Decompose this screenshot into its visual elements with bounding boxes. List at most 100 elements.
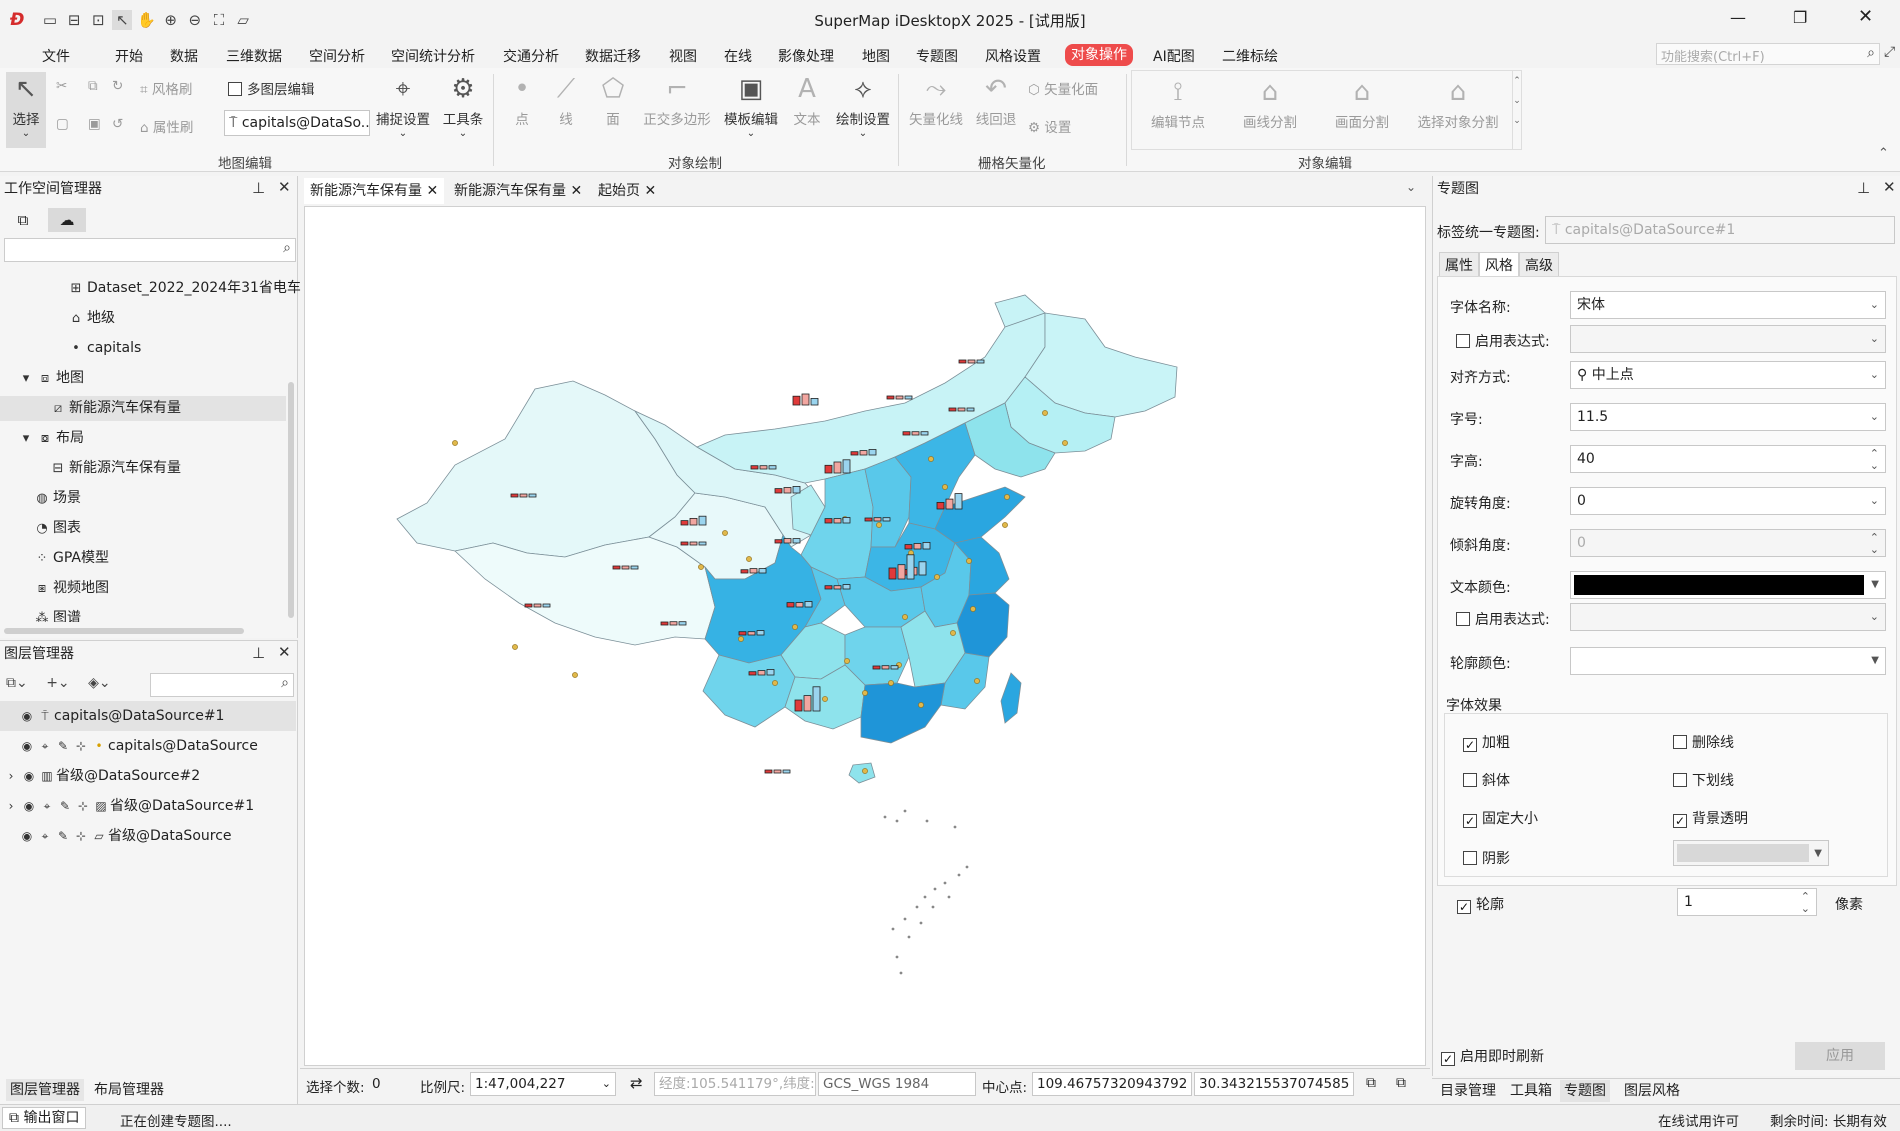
tab-toolbox[interactable]: 工具箱 — [1506, 1080, 1556, 1102]
menu-data[interactable]: 数据 — [170, 46, 198, 66]
capital-point[interactable] — [722, 530, 728, 536]
tree-item-dataset[interactable]: ⊞ Dataset_2022_2024年31省电车 — [68, 276, 301, 301]
align-select[interactable]: ⚲ 中上点 ⌄ — [1570, 361, 1886, 389]
raster-settings-button[interactable]: ⚙ 设置 — [1028, 116, 1071, 136]
mini-bar-chart[interactable] — [764, 769, 791, 774]
eye-icon[interactable]: ◉ — [20, 791, 38, 821]
tree-item-maps[interactable]: ▾ ⧈ 地图 — [18, 366, 84, 391]
layer-stack-icon[interactable]: ◈⌄ — [88, 675, 111, 691]
undo-icon[interactable]: ↺ — [112, 116, 123, 132]
pin-icon[interactable]: ⊥ — [1857, 179, 1870, 197]
menu-traffic[interactable]: 交通分析 — [503, 46, 559, 66]
height-spinner[interactable]: 40 ⌃ ⌄ — [1570, 445, 1886, 473]
tab-thematic[interactable]: 专题图 — [1560, 1080, 1610, 1102]
close-icon[interactable]: ✕ — [426, 183, 438, 199]
underline-checkbox[interactable]: 下划线 — [1673, 770, 1734, 790]
enable-expr-checkbox[interactable] — [1456, 334, 1470, 348]
pin-icon[interactable]: ⊥ — [252, 644, 265, 662]
paste-icon[interactable]: ▢ — [56, 116, 69, 132]
capital-point[interactable] — [934, 574, 940, 580]
shadow-checkbox[interactable]: 阴影 — [1463, 848, 1510, 868]
capital-point[interactable] — [928, 456, 934, 462]
region-xinjiang[interactable] — [396, 380, 696, 558]
eye-icon[interactable]: ◉ — [20, 761, 38, 791]
close-icon[interactable]: ✕ — [1858, 6, 1873, 27]
tree-item-scenes[interactable]: ◍ 场景 — [34, 486, 81, 511]
draw-face-button[interactable]: ⬠ 面 — [600, 72, 626, 128]
multi-layer-checkbox[interactable]: 多图层编辑 — [228, 78, 315, 98]
shadow-check[interactable] — [1463, 851, 1477, 865]
text-color-picker[interactable]: ▼ — [1570, 571, 1886, 599]
enable-expr-1[interactable]: 启用表达式: — [1456, 331, 1550, 351]
capital-point[interactable] — [746, 556, 752, 562]
snap-icon[interactable]: ⊹ — [74, 791, 92, 821]
fixed-size-checkbox[interactable]: ✓ 固定大小 — [1463, 808, 1538, 828]
enable-expr-checkbox[interactable] — [1456, 612, 1470, 626]
snap-icon[interactable]: ⊹ — [72, 821, 90, 851]
copy-icon[interactable]: ⧉ — [88, 78, 98, 94]
swap-icon[interactable]: ⇄ — [630, 1074, 643, 1092]
expand-icon[interactable]: ⤢ — [1884, 44, 1895, 60]
mini-bar-chart[interactable] — [612, 565, 639, 570]
tab-catalog[interactable]: 目录管理 — [1436, 1080, 1500, 1102]
menu-2d-plot[interactable]: 二维标绘 — [1222, 46, 1278, 66]
capital-point[interactable] — [862, 690, 868, 696]
close-icon[interactable]: ✕ — [1883, 178, 1896, 196]
edit-pen-icon[interactable]: ✎ — [54, 821, 72, 851]
tree-item-prefecture[interactable]: ⌂ 地级 — [68, 306, 115, 331]
line-split-button[interactable]: ⌂ 画线分割 — [1238, 75, 1302, 131]
mini-bar-chart[interactable] — [680, 541, 707, 546]
capital-point[interactable] — [950, 630, 956, 636]
layer-row-province-2[interactable]: › ◉ ▥ 省级@DataSource#2 — [0, 761, 296, 791]
draw-text-button[interactable]: A 文本 — [790, 72, 824, 128]
capital-point[interactable] — [792, 624, 798, 630]
cloud-workspace-tab[interactable]: ☁ — [48, 208, 86, 232]
draw-line-button[interactable]: ⟋ 线 — [554, 72, 578, 128]
doc-tab-start[interactable]: 起始页 ✕ — [592, 178, 662, 204]
strike-checkbox[interactable]: 删除线 — [1673, 732, 1734, 752]
eye-icon[interactable]: ◉ — [18, 731, 36, 761]
capital-point[interactable] — [970, 606, 976, 612]
region-guangdong[interactable] — [860, 682, 946, 744]
capital-point[interactable] — [1042, 410, 1048, 416]
expand-arrow-icon[interactable]: › — [2, 761, 20, 791]
style-brush-button[interactable]: ⌗ 风格刷 — [140, 78, 192, 98]
layer-search-input[interactable]: ⌕ — [150, 673, 294, 697]
rotate-select[interactable]: 0 ⌄ — [1570, 487, 1886, 515]
close-icon[interactable]: ✕ — [278, 178, 291, 196]
center-x-input[interactable]: 109.46757320943792 — [1032, 1072, 1192, 1096]
restore-icon[interactable]: ❐ — [1793, 8, 1807, 27]
menu-style[interactable]: 风格设置 — [985, 46, 1041, 66]
tree-item-video[interactable]: ⧆ 视频地图 — [34, 576, 109, 601]
output-window-button[interactable]: ⧉ 输出窗口 — [2, 1107, 87, 1129]
capital-point[interactable] — [876, 522, 882, 528]
minimize-icon[interactable]: — — [1730, 8, 1746, 27]
capital-point[interactable] — [1002, 522, 1008, 528]
layer-row-capitals-1[interactable]: ◉ ⍑ capitals@DataSource#1 — [0, 701, 296, 731]
tree-item-graph[interactable]: ⁂ 图谱 — [34, 606, 82, 622]
template-edit-button[interactable]: ▣ 模板编辑 ⌄ — [720, 72, 782, 139]
collapse-ribbon-icon[interactable]: ⌃ — [1878, 146, 1889, 161]
tree-item-charts[interactable]: ◔ 图表 — [34, 516, 81, 541]
capital-point[interactable] — [738, 636, 744, 642]
mini-bar-chart[interactable] — [750, 465, 777, 470]
outline-checkbox[interactable]: ✓ 轮廓 — [1457, 894, 1504, 914]
italic-check[interactable] — [1463, 773, 1477, 787]
bg-transparent-check[interactable]: ✓ — [1673, 814, 1687, 828]
strike-check[interactable] — [1673, 735, 1687, 749]
menu-view[interactable]: 视图 — [669, 46, 697, 66]
capital-point[interactable] — [572, 672, 578, 678]
vectorize-line-button[interactable]: ⤳ 矢量化线 — [906, 72, 966, 128]
capital-point[interactable] — [698, 564, 704, 570]
search-icon[interactable]: ⌕ — [281, 675, 289, 691]
menu-object-ops[interactable]: 对象操作 — [1065, 44, 1133, 66]
selectable-icon[interactable]: ⌖ — [36, 731, 54, 761]
capital-point[interactable] — [902, 614, 908, 620]
mini-bar-chart[interactable] — [864, 517, 891, 522]
eye-icon[interactable]: ◉ — [18, 821, 36, 851]
face-split-button[interactable]: ⌂ 画面分割 — [1330, 75, 1394, 131]
mini-bar-chart[interactable] — [902, 431, 929, 436]
search-icon[interactable]: ⌕ — [283, 240, 291, 256]
tree-item-map-doc[interactable]: ⧄ 新能源汽车保有量 — [0, 396, 286, 421]
mini-bar-chart[interactable] — [886, 395, 913, 400]
